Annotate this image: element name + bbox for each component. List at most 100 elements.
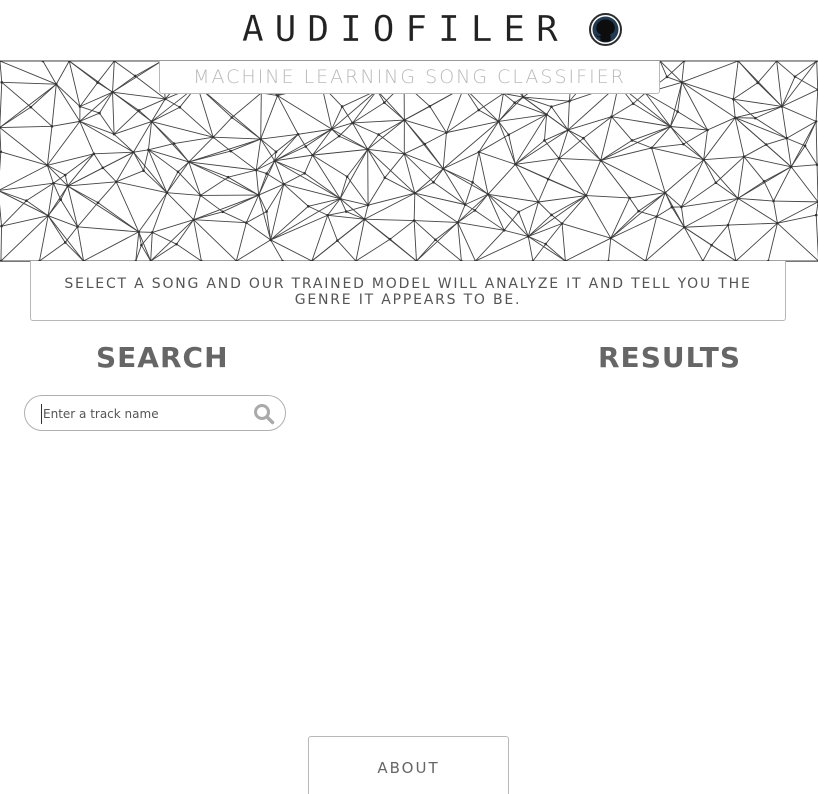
mesh-edge — [681, 81, 736, 119]
mesh-vertex — [814, 213, 818, 217]
mesh-edge — [188, 150, 231, 163]
mesh-edge — [102, 167, 117, 183]
mesh-vertex — [259, 137, 263, 141]
mesh-edge — [339, 198, 347, 212]
mesh-edge — [790, 166, 818, 203]
mesh-edge — [735, 222, 778, 261]
mesh-edge — [236, 239, 271, 261]
mesh-edge — [212, 136, 232, 152]
mesh-vertex — [736, 197, 740, 200]
mesh-edge — [312, 154, 341, 199]
mesh-edge — [514, 102, 547, 115]
about-button[interactable]: ABOUT — [308, 736, 509, 794]
mesh-edge — [166, 192, 194, 220]
github-icon[interactable] — [589, 13, 622, 46]
mesh-edge — [166, 161, 190, 193]
mesh-edge — [670, 126, 705, 161]
mesh-edge — [26, 182, 54, 202]
mesh-edge — [304, 154, 313, 174]
mesh-edge — [567, 129, 602, 161]
mesh-edge — [478, 121, 499, 153]
mesh-edge — [478, 93, 504, 111]
mesh-edge — [528, 236, 566, 261]
mesh-edge — [364, 218, 415, 221]
mesh-edge — [545, 243, 566, 261]
mesh-edge — [77, 226, 139, 233]
mesh-vertex — [680, 205, 683, 209]
mesh-edge — [684, 226, 712, 246]
mesh-vertex — [344, 210, 348, 213]
search-icon[interactable] — [253, 403, 275, 425]
app-logo[interactable]: AUDIOFILER — [242, 9, 569, 50]
mesh-vertex — [477, 150, 481, 154]
mesh-vertex — [46, 214, 50, 218]
mesh-edge — [781, 61, 818, 107]
mesh-edge — [737, 61, 759, 84]
mesh-vertex — [304, 145, 308, 148]
search-field[interactable] — [24, 395, 286, 431]
mesh-vertex — [230, 116, 234, 119]
mesh-edge — [228, 169, 257, 178]
mesh-edge — [498, 121, 516, 165]
mesh-edge — [664, 192, 673, 208]
mesh-edge — [331, 106, 343, 130]
mesh-vertex — [456, 221, 460, 224]
mesh-edge — [222, 211, 247, 224]
mesh-edge — [235, 222, 247, 261]
mesh-edge — [684, 224, 729, 228]
mesh-edge — [367, 192, 415, 206]
mesh-vertex — [568, 99, 571, 103]
mesh-edge — [565, 237, 611, 261]
mesh-vertex — [650, 146, 653, 150]
mesh-edge — [404, 143, 426, 155]
mesh-edge — [1, 200, 27, 227]
mesh-vertex — [54, 82, 58, 86]
mesh-vertex — [785, 136, 788, 140]
mesh-vertex — [514, 163, 517, 166]
mesh-edge — [152, 231, 177, 245]
mesh-edge — [567, 101, 570, 130]
mesh-edge — [765, 144, 792, 168]
mesh-vertex — [337, 134, 341, 138]
mesh-edge — [112, 75, 136, 93]
mesh-vertex — [176, 170, 180, 174]
mesh-edge — [794, 76, 818, 91]
mesh-vertex — [814, 120, 818, 123]
mesh-vertex — [560, 222, 564, 225]
mesh-edge — [561, 223, 566, 261]
mesh-vertex — [229, 149, 233, 153]
mesh-vertex — [76, 225, 79, 229]
mesh-edge — [255, 170, 260, 196]
mesh-vertex — [137, 109, 141, 112]
mesh-edge — [670, 82, 683, 127]
mesh-edge — [547, 158, 560, 180]
mesh-edge — [610, 210, 639, 239]
mesh-edge — [773, 200, 778, 224]
mesh-vertex — [78, 105, 82, 108]
mesh-edge — [472, 151, 480, 183]
mesh-edge — [79, 120, 134, 153]
mesh-vertex — [502, 229, 506, 232]
mesh-edge — [134, 61, 162, 77]
mesh-vertex — [0, 61, 2, 63]
mesh-edge — [683, 129, 708, 145]
mesh-edge — [475, 230, 505, 261]
mesh-edge — [222, 194, 259, 213]
mesh-vertex — [507, 133, 510, 137]
mesh-edge — [457, 222, 505, 231]
mesh-edge — [0, 127, 2, 152]
mesh-edge — [260, 138, 277, 153]
mesh-vertex — [150, 231, 154, 234]
mesh-vertex — [550, 105, 553, 109]
mesh-edge — [737, 180, 765, 199]
mesh-vertex — [714, 181, 718, 185]
search-input[interactable] — [41, 404, 243, 424]
mesh-edge — [266, 173, 284, 185]
mesh-edge — [260, 92, 262, 140]
mesh-edge — [39, 242, 66, 261]
mesh-edge — [1, 81, 57, 85]
mesh-edge — [352, 90, 378, 124]
mesh-edge — [255, 138, 262, 171]
mesh-edge — [715, 182, 739, 199]
mesh-vertex — [526, 235, 530, 238]
